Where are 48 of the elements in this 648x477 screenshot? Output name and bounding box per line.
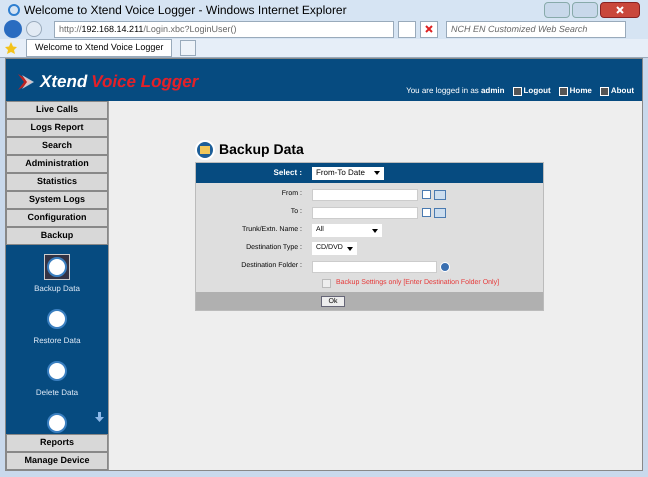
logo-icon bbox=[16, 72, 36, 92]
dropdown-arrow-icon bbox=[374, 171, 380, 175]
sidebar-menu-item[interactable]: Logs Report bbox=[6, 119, 108, 137]
scroll-down-arrow-icon[interactable] bbox=[95, 412, 104, 422]
sidebar-menu-item[interactable]: Manage Device bbox=[6, 452, 108, 470]
dropdown-arrow-icon bbox=[347, 246, 353, 250]
close-button[interactable] bbox=[600, 2, 640, 18]
maximize-button[interactable] bbox=[572, 2, 598, 18]
browser-tab[interactable]: Welcome to Xtend Voice Logger bbox=[26, 38, 172, 57]
back-button[interactable] bbox=[4, 20, 22, 38]
favorites-star-icon[interactable] bbox=[4, 40, 18, 55]
submenu-item[interactable]: Delete Data bbox=[36, 387, 78, 399]
sidebar-menu-item[interactable]: Backup bbox=[6, 227, 108, 245]
new-tab-button[interactable] bbox=[180, 40, 196, 56]
login-status: You are logged in as admin bbox=[406, 85, 505, 97]
header-link[interactable]: Logout bbox=[524, 85, 551, 97]
search-field[interactable]: NCH EN Customized Web Search bbox=[446, 20, 626, 38]
sidebar-menu-item[interactable]: Live Calls bbox=[6, 101, 108, 119]
folder-input-field[interactable] bbox=[312, 260, 437, 272]
forward-button[interactable] bbox=[26, 21, 42, 38]
sidebar-menu-item[interactable]: Search bbox=[6, 137, 108, 155]
sidebar-menu-item[interactable]: Configuration bbox=[6, 209, 108, 227]
close-icon bbox=[616, 6, 624, 14]
stop-button[interactable] bbox=[420, 20, 438, 38]
page-title: Backup Data bbox=[219, 140, 304, 159]
browser-logo-icon bbox=[8, 4, 20, 16]
date-input-field[interactable] bbox=[312, 188, 418, 200]
window-title: Welcome to Xtend Voice Logger - Windows Internet Explorer bbox=[24, 2, 347, 20]
sidebar-menu-item[interactable]: Statistics bbox=[6, 173, 108, 191]
brand-name: Xtend bbox=[40, 71, 88, 93]
stop-icon bbox=[425, 25, 433, 34]
brand-name: Voice Logger bbox=[91, 71, 198, 93]
dropdown-arrow-icon bbox=[372, 228, 378, 232]
minimize-button[interactable] bbox=[544, 2, 570, 18]
submenu-item[interactable]: Backup Data bbox=[34, 283, 80, 295]
address-field[interactable]: http://192.168.14.211/Login.xbc?LoginUser() bbox=[54, 20, 394, 38]
date-input-field[interactable] bbox=[312, 206, 418, 218]
backup-folder-icon bbox=[195, 140, 215, 160]
sidebar-menu-item[interactable]: Administration bbox=[6, 155, 108, 173]
field-label: Select : bbox=[272, 167, 303, 179]
submenu-item[interactable]: Restore Data bbox=[33, 335, 81, 347]
header-link[interactable]: Home bbox=[570, 85, 592, 97]
select-dropdown[interactable]: From-To Date bbox=[312, 166, 384, 180]
header-link[interactable]: About bbox=[610, 85, 634, 97]
refresh-button[interactable] bbox=[398, 20, 416, 38]
sidebar-menu-item[interactable]: Reports bbox=[6, 434, 108, 452]
checkbox[interactable] bbox=[322, 278, 331, 288]
sidebar-menu-item[interactable]: System Logs bbox=[6, 191, 108, 209]
